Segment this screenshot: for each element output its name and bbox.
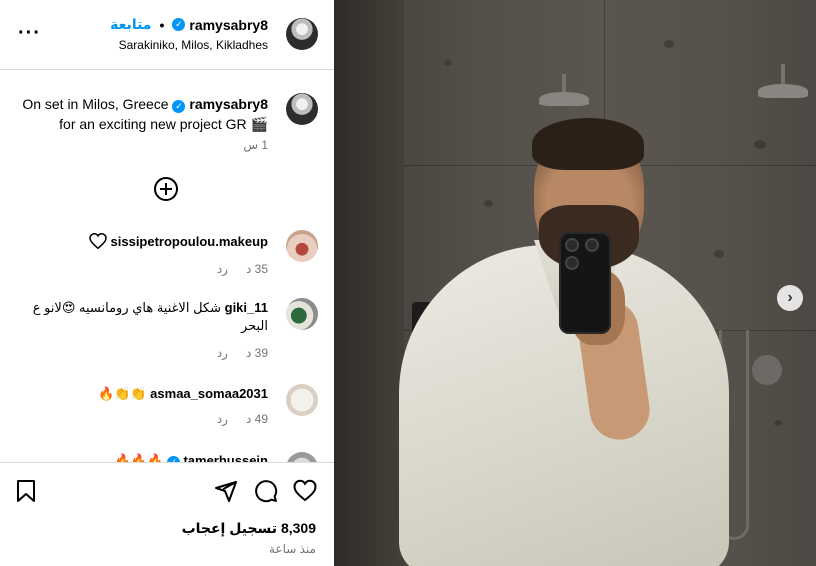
phone-camera xyxy=(565,238,579,252)
stone-speck xyxy=(774,420,782,426)
shower-arm xyxy=(781,64,785,86)
caption-text-line2: for an exciting new project GR 🎬 xyxy=(59,116,268,132)
comment-meta: 49 د رد xyxy=(217,412,268,426)
comment-time: 39 د xyxy=(245,346,268,360)
comment-item: giki_11 شكل الاغنية هاي رومانسيه 😍لانو ع… xyxy=(18,299,268,335)
more-options-icon[interactable]: ··· xyxy=(18,22,41,45)
comment-username[interactable]: giki_11 xyxy=(225,300,268,315)
caption-username[interactable]: ramysabry8 xyxy=(189,96,268,112)
post-header: متابعة • ✓ ramysabry8 Sarakiniko, Milos,… xyxy=(0,0,334,70)
reply-button[interactable]: رد xyxy=(217,412,228,426)
author-line: متابعة • ✓ ramysabry8 xyxy=(110,16,268,33)
post-caption: On set in Milos, Greece ✓ ramysabry8 for… xyxy=(8,94,268,134)
comment-item: sissipetropoulou.makeup xyxy=(18,233,268,251)
bookmark-icon[interactable] xyxy=(14,479,38,503)
stone-speck xyxy=(484,200,493,207)
stone-speck xyxy=(664,40,674,48)
shower-head xyxy=(539,92,589,106)
post-dialog: › متابعة • ✓ ramysabry8 Sarakiniko, Milo… xyxy=(0,0,816,566)
heart-icon xyxy=(89,233,107,249)
comment-time: 49 د xyxy=(245,412,268,426)
post-age: منذ ساعة xyxy=(269,542,316,556)
chevron-right-icon: › xyxy=(787,289,793,306)
reply-button[interactable]: رد xyxy=(217,262,228,276)
follow-button[interactable]: متابعة xyxy=(110,16,151,33)
reply-button[interactable]: رد xyxy=(217,346,228,360)
shower-head xyxy=(758,84,808,98)
verified-badge-icon: ✓ xyxy=(172,18,186,31)
post-location[interactable]: Sarakiniko, Milos, Kikladhes xyxy=(119,38,268,52)
comment-icon[interactable] xyxy=(254,479,278,503)
likes-count[interactable]: 8,309 تسجيل إعجاب xyxy=(182,520,316,537)
shower-valve xyxy=(752,355,782,385)
caption-avatar[interactable] xyxy=(286,93,318,125)
wall-shadow xyxy=(334,0,404,566)
post-footer: 8,309 تسجيل إعجاب منذ ساعة xyxy=(0,462,334,566)
next-photo-button[interactable]: › xyxy=(777,285,803,311)
phone-camera xyxy=(565,256,579,270)
comment-avatar[interactable] xyxy=(286,384,318,416)
comment-avatar[interactable] xyxy=(286,298,318,330)
heart-icon[interactable] xyxy=(293,479,317,503)
comment-time: 35 د xyxy=(245,262,268,276)
caption-text-line1: On set in Milos, Greece xyxy=(22,96,169,112)
separator-dot: • xyxy=(159,16,165,33)
send-icon[interactable] xyxy=(214,479,238,503)
stone-speck xyxy=(754,140,766,149)
author-username[interactable]: ramysabry8 xyxy=(189,17,268,33)
plus-circle-icon[interactable] xyxy=(154,177,178,201)
post-photo[interactable]: › xyxy=(334,0,816,566)
comment-username[interactable]: sissipetropoulou.makeup xyxy=(111,234,268,249)
caption-time: 1 س xyxy=(243,138,268,152)
comment-meta: 35 د رد xyxy=(217,262,268,276)
person-hair xyxy=(532,118,644,170)
stone-speck xyxy=(444,60,452,66)
post-details-panel: متابعة • ✓ ramysabry8 Sarakiniko, Milos,… xyxy=(0,0,334,566)
verified-badge-icon: ✓ xyxy=(172,99,186,113)
comment-meta: 39 د رد xyxy=(217,346,268,360)
comment-username[interactable]: asmaa_somaa2031 xyxy=(150,386,268,401)
smartphone xyxy=(559,232,611,334)
phone-camera xyxy=(585,238,599,252)
author-avatar[interactable] xyxy=(286,18,318,50)
comment-avatar[interactable] xyxy=(286,230,318,262)
comment-item: asmaa_somaa2031 👏👏🔥 xyxy=(18,385,268,403)
comment-text: 👏👏🔥 xyxy=(97,386,147,401)
stone-speck xyxy=(714,250,724,258)
